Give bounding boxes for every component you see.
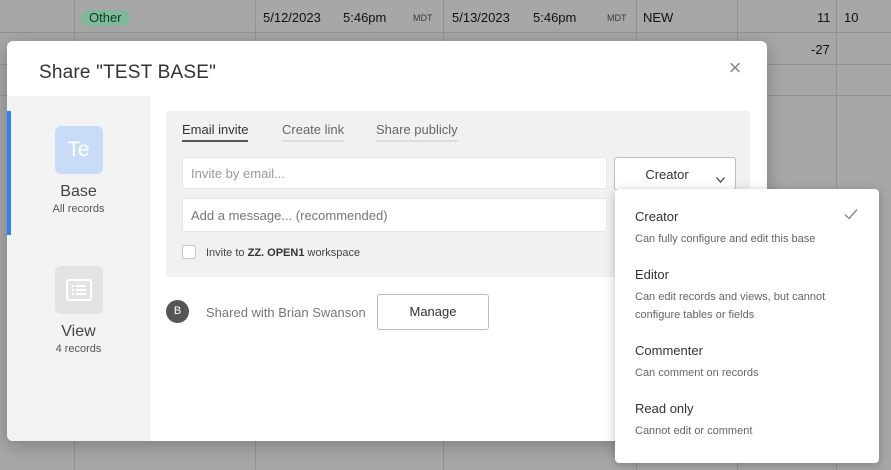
invite-message-input[interactable]: Add a message... (recommended) [182, 198, 607, 232]
end-date-cell: 5/13/2023 [452, 10, 510, 25]
end-timezone-cell: MDT [607, 13, 627, 23]
tag-badge: Other [81, 10, 130, 26]
tab-create-link[interactable]: Create link [282, 122, 345, 142]
scope-base-sublabel: All records [52, 203, 105, 215]
tab-email-invite[interactable]: Email invite [182, 122, 249, 142]
scope-base-label: Base [60, 183, 97, 200]
role-option-creator[interactable]: Creator Can fully configure and edit thi… [635, 209, 865, 248]
modal-title: Share "TEST BASE" [39, 62, 217, 83]
table-row[interactable]: Other 5/12/2023 5:46pm MDT 5/13/2023 5:4… [0, 1, 891, 33]
scope-view-sublabel: 4 records [55, 343, 102, 355]
end-time-cell: 5:46pm [533, 10, 577, 25]
start-time-cell: 5:46pm [343, 10, 387, 25]
role-option-title: Editor [635, 267, 669, 282]
workspace-name: ZZ. OPEN1 [247, 247, 305, 259]
role-option-title: Commenter [635, 343, 703, 358]
role-option-read-only[interactable]: Read only Cannot edit or comment [635, 401, 865, 440]
workspace-invite-prefix: Invite to [206, 247, 245, 259]
chevron-down-icon [716, 170, 725, 183]
scope-view[interactable]: View 4 records [7, 266, 150, 355]
invite-email-input[interactable]: Invite by email... [182, 157, 607, 189]
workspace-invite-checkbox[interactable] [182, 245, 196, 259]
tab-share-publicly[interactable]: Share publicly [376, 122, 458, 142]
scope-view-label: View [61, 323, 96, 340]
role-option-editor[interactable]: Editor Can edit records and views, but c… [635, 267, 865, 324]
number-cell: -27 [811, 42, 830, 57]
shared-with-row: B Shared with Brian Swanson Manage [166, 294, 566, 330]
number-cell: 10 [844, 10, 859, 25]
scope-base[interactable]: Te Base All records [7, 126, 150, 215]
role-dropdown-menu: Creator Can fully configure and edit thi… [615, 189, 879, 463]
role-option-title: Creator [635, 209, 679, 224]
start-date-cell: 5/12/2023 [263, 10, 321, 25]
checkmark-icon [844, 209, 858, 220]
shared-with-text: Shared with Brian Swanson [206, 305, 366, 320]
role-option-commenter[interactable]: Commenter Can comment on records [635, 343, 865, 382]
base-icon: Te [54, 126, 103, 174]
manage-button[interactable]: Manage [377, 294, 489, 330]
workspace-invite-suffix: workspace [307, 247, 361, 259]
role-option-description: Can edit records and views, but cannot c… [635, 291, 826, 321]
role-option-title: Read only [635, 401, 694, 416]
avatar: B [166, 300, 189, 323]
workspace-invite-label: Invite to ZZ. OPEN1 workspace [206, 247, 360, 259]
close-icon[interactable]: × [725, 57, 745, 79]
tag-cell: Other [81, 1, 130, 33]
role-option-description: Cannot edit or comment [635, 425, 753, 437]
number-cell: 11 [817, 10, 831, 25]
role-option-description: Can fully configure and edit this base [635, 233, 816, 245]
start-timezone-cell: MDT [413, 13, 433, 23]
grid-view-icon [54, 266, 103, 314]
share-scope-sidebar: Te Base All records View 4 records [7, 96, 150, 441]
role-select-value: Creator [645, 167, 689, 182]
role-select[interactable]: Creator [614, 157, 736, 190]
role-option-description: Can comment on records [635, 367, 759, 379]
status-cell: NEW [643, 10, 674, 25]
